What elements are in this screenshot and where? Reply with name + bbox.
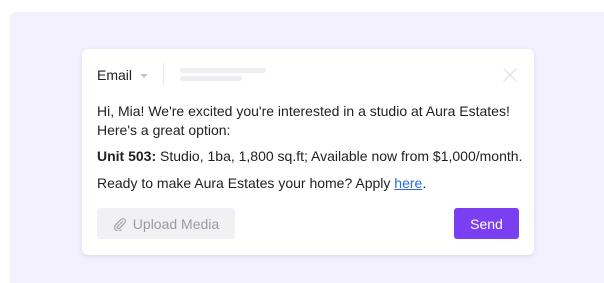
channel-dropdown[interactable]: Email	[97, 67, 149, 83]
upload-media-label: Upload Media	[132, 215, 220, 232]
close-button[interactable]	[502, 67, 518, 83]
apply-link[interactable]: here	[394, 175, 422, 191]
paperclip-icon	[113, 217, 126, 231]
cta-paragraph: Ready to make Aura Estates your home? Ap…	[97, 174, 525, 193]
recipient-placeholder-line	[180, 76, 242, 81]
unit-id: Unit 503:	[97, 148, 157, 164]
close-icon	[503, 68, 517, 82]
chevron-down-icon	[140, 73, 149, 78]
send-button[interactable]: Send	[454, 208, 519, 239]
recipient-placeholder-line	[180, 68, 266, 73]
cta-end: .	[422, 175, 427, 191]
send-label: Send	[470, 215, 503, 232]
header-divider	[163, 63, 164, 85]
unit-details: Studio, 1ba, 1,800 sq.ft; Available now …	[156, 148, 523, 164]
unit-paragraph: Unit 503: Studio, 1ba, 1,800 sq.ft; Avai…	[97, 147, 525, 166]
cta-text: Ready to make Aura Estates your home? Ap…	[97, 175, 395, 191]
message-body[interactable]: Hi, Mia! We're excited you're interested…	[97, 102, 525, 193]
channel-label: Email	[97, 67, 133, 83]
upload-media-button[interactable]: Upload Media	[97, 208, 235, 239]
composer-header: Email	[97, 63, 520, 87]
greeting-paragraph: Hi, Mia! We're excited you're interested…	[97, 103, 510, 138]
message-composer-card: Email Hi, Mia! We're excited you're inte…	[82, 49, 534, 255]
